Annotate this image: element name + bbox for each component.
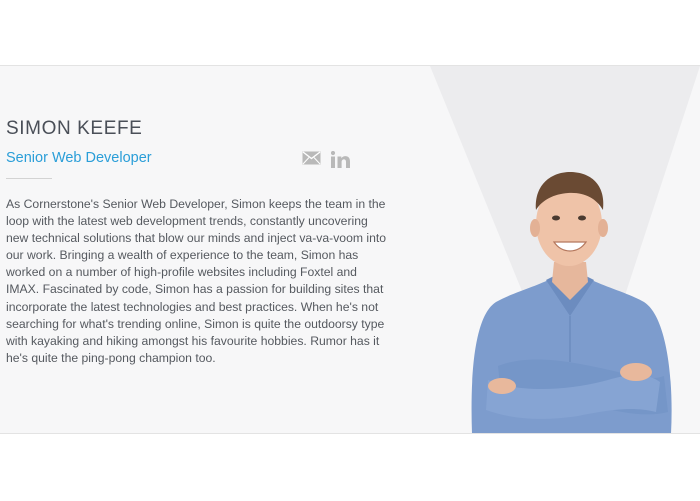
linkedin-logo-icon bbox=[330, 150, 350, 168]
name-divider bbox=[6, 178, 52, 179]
email-icon[interactable] bbox=[302, 151, 321, 170]
member-bio: As Cornerstone's Senior Web Developer, S… bbox=[6, 197, 387, 365]
top-band bbox=[0, 0, 700, 66]
linkedin-icon[interactable] bbox=[330, 150, 350, 173]
portrait-photo bbox=[471, 172, 672, 434]
envelope-icon bbox=[302, 151, 321, 165]
member-name: SIMON KEEFE bbox=[6, 118, 143, 139]
bottom-band bbox=[0, 433, 700, 501]
member-role: Senior Web Developer bbox=[6, 150, 152, 166]
